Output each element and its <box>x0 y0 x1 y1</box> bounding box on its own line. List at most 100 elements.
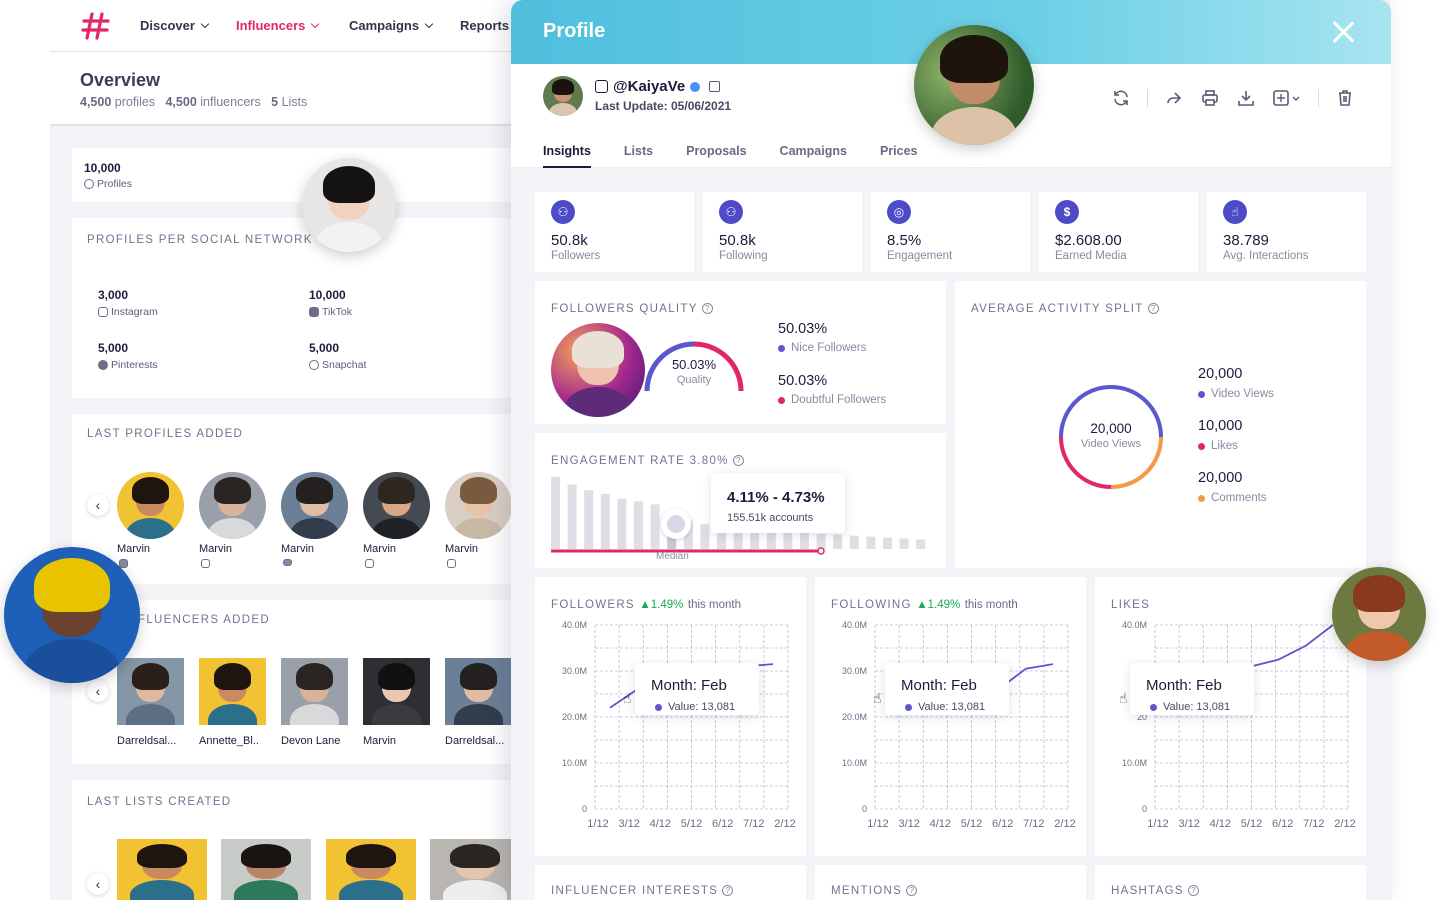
nav-reports[interactable]: Reports <box>460 18 509 33</box>
social-snapchat: 5,000 Snapchat <box>309 341 366 371</box>
change-suffix: this month <box>964 599 1018 611</box>
avatar[interactable] <box>199 472 266 539</box>
add-to-list-icon[interactable] <box>1272 88 1302 108</box>
followers-line-chart: 0 10.0M 20.0M 30.0M 40.0M 1/12 3/12 4/12 5/12 6/1… <box>562 620 796 830</box>
help-icon[interactable]: ? <box>906 885 918 897</box>
list-thumb[interactable] <box>117 839 207 900</box>
nav-discover[interactable]: Discover <box>140 18 210 33</box>
influencer-name[interactable]: Marvin <box>363 735 396 747</box>
legend-dot <box>655 703 662 711</box>
card-title: INFLUENCER INTERESTS? <box>551 885 734 897</box>
doubtful-followers-value: 50.03% <box>778 373 828 389</box>
pointer-cursor-icon: ☝ <box>873 690 882 706</box>
social-label-text: Pinterests <box>111 359 158 371</box>
histogram-bar <box>783 532 793 549</box>
histogram-bar <box>567 484 577 549</box>
hashtag-logo-icon[interactable] <box>80 10 112 42</box>
tab-proposals[interactable]: Proposals <box>686 144 746 168</box>
influencer-name[interactable]: Darreldsal... <box>117 735 176 747</box>
list-thumb[interactable] <box>221 839 311 900</box>
profile-name[interactable]: Marvin <box>281 543 314 555</box>
help-icon[interactable]: ? <box>1147 303 1159 315</box>
external-link-icon[interactable] <box>709 81 721 92</box>
influencer-name[interactable]: Devon Lane <box>281 735 340 747</box>
x-tick-label: 6/12 <box>712 818 733 830</box>
histogram-bar <box>849 535 859 549</box>
tooltip-range: 4.11% - 4.73% <box>727 489 825 506</box>
kpi-value: 8.5% <box>887 232 922 249</box>
carousel-prev-button[interactable]: ‹ <box>87 680 109 702</box>
tooltip-month: Month: Feb <box>1146 677 1222 694</box>
profile-name[interactable]: Marvin <box>445 543 478 555</box>
kpi-label: Engagement <box>887 250 953 262</box>
floating-avatar <box>914 25 1034 145</box>
lists-count: 5 <box>271 95 279 109</box>
card-title-text: HASHTAGS <box>1111 885 1184 897</box>
help-icon[interactable]: ? <box>732 455 744 467</box>
avatar[interactable] <box>117 472 184 539</box>
kpi-followers: ⚇ 50.8k Followers <box>535 192 694 272</box>
influencer-thumb[interactable] <box>363 658 430 725</box>
influencer-thumb[interactable] <box>281 658 348 725</box>
carousel-prev-button[interactable]: ‹ <box>87 873 109 895</box>
close-icon[interactable] <box>1331 20 1355 44</box>
histogram-bar <box>883 537 892 549</box>
tooltip-value: Value: 13,081 <box>905 701 985 713</box>
refresh-icon[interactable] <box>1111 88 1131 108</box>
profile-name[interactable]: Marvin <box>363 543 396 555</box>
card-title: FLUENCERS ADDED <box>138 614 270 626</box>
overview-header: Overview 4,500 profiles 4,500 influencer… <box>50 52 520 126</box>
tab-insights[interactable]: Insights <box>543 144 591 168</box>
tab-campaigns[interactable]: Campaigns <box>780 144 847 168</box>
activity-donut <box>1058 384 1164 490</box>
floating-avatar <box>302 158 396 252</box>
nav-campaigns[interactable]: Campaigns <box>349 18 434 33</box>
avatar[interactable] <box>445 472 512 539</box>
histogram-bar <box>551 476 560 549</box>
social-value: 3,000 <box>98 288 129 302</box>
influencer-name[interactable]: Annette_Bl.. <box>199 735 259 747</box>
x-tick-label: 6/12 <box>992 818 1013 830</box>
chevron-down-icon <box>200 19 210 29</box>
influencer-interests-card: INFLUENCER INTERESTS? <box>535 865 806 900</box>
instagram-icon <box>201 559 210 568</box>
nav-influencers[interactable]: Influencers <box>236 18 320 33</box>
y-tick-label: 40.0M <box>842 620 867 630</box>
influencer-thumb[interactable] <box>445 658 512 725</box>
y-tick-label: 10.0M <box>1122 758 1147 768</box>
user-icon <box>84 179 94 189</box>
list-thumb[interactable] <box>430 839 520 900</box>
help-icon[interactable]: ? <box>1187 885 1199 897</box>
help-icon[interactable]: ? <box>701 303 713 315</box>
chevron-left-icon: ‹ <box>95 497 101 513</box>
influencer-thumb[interactable] <box>199 658 266 725</box>
dollar-icon: $ <box>1055 200 1079 224</box>
avatar[interactable] <box>281 472 348 539</box>
hashtags-card: HASHTAGS? <box>1095 865 1366 900</box>
list-thumb[interactable] <box>326 839 416 900</box>
histogram-bar <box>650 504 660 549</box>
tab-prices[interactable]: Prices <box>880 144 918 168</box>
card-title-text: ENGAGEMENT RATE 3.80% <box>551 455 729 467</box>
profile-name[interactable]: Marvin <box>199 543 232 555</box>
profiles-total-value: 10,000 <box>84 161 121 175</box>
profiles-count: 4,500 <box>80 95 112 109</box>
help-icon[interactable]: ? <box>722 885 734 897</box>
print-icon[interactable] <box>1200 88 1220 108</box>
profiles-total-card: 10,000 Profiles <box>72 148 520 202</box>
influencer-name[interactable]: Darreldsal... <box>445 735 504 747</box>
x-tick-label: 2/12 <box>1054 818 1075 830</box>
histogram-bar <box>634 501 643 549</box>
avatar[interactable] <box>363 472 430 539</box>
social-value: 5,000 <box>98 341 129 355</box>
tab-lists[interactable]: Lists <box>624 144 653 168</box>
mentions-card: MENTIONS? <box>815 865 1086 900</box>
nice-followers-value: 50.03% <box>778 321 828 337</box>
download-icon[interactable] <box>1236 88 1256 108</box>
carousel-prev-button[interactable]: ‹ <box>87 494 109 516</box>
share-icon[interactable] <box>1164 88 1184 108</box>
card-title: LAST LISTS CREATED <box>87 796 232 808</box>
target-icon: ◎ <box>887 200 911 224</box>
trash-icon[interactable] <box>1335 88 1355 108</box>
following-line-chart: 0 10.0M 20.0M 30.0M 40.0M 1/12 3/12 4/12 5/12 6/1… <box>842 620 1076 830</box>
